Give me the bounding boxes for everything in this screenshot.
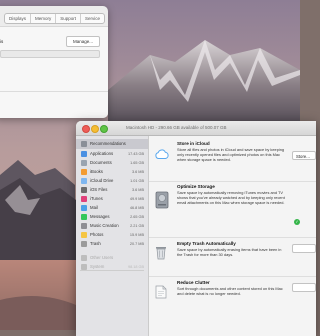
tab-displays[interactable]: Displays (5, 14, 31, 23)
recommendation-empty-trash: Empty Trash Automatically Save space by … (149, 238, 316, 277)
icloud-icon (155, 149, 169, 159)
document-icon (155, 285, 167, 299)
ios-files-icon (81, 187, 87, 193)
ibooks-icon (81, 169, 87, 175)
recommendation-description: Save space by automatically removing iTu… (177, 190, 285, 206)
sidebar-item-recommendations[interactable]: Recommendations (76, 139, 148, 149)
recommendation-description: Sort through documents and other content… (177, 286, 285, 296)
sidebar-item-label: Trash (90, 239, 101, 249)
recommendation-description: Save space by automatically erasing item… (177, 247, 285, 257)
recommendation-optimize-storage: Optimize Storage Save space by automatic… (149, 182, 316, 238)
recommendations-pane: Store in iCloud Store all files and phot… (149, 136, 316, 336)
store-in-icloud-button[interactable]: Store... (292, 151, 316, 160)
manage-button[interactable]: Manage... (66, 36, 100, 47)
messages-icon (81, 214, 87, 220)
sidebar-item-label: Recommendations (90, 139, 126, 149)
photos-icon (81, 232, 87, 238)
window-titlebar[interactable]: Macintosh HD - 290.66 GB available of 50… (76, 121, 316, 136)
recommendation-reduce-clutter: Reduce Clutter Sort through documents an… (149, 277, 316, 336)
recommendation-title: Empty Trash Automatically (177, 241, 236, 246)
sidebar-item-trash[interactable]: Trash 20.7 MB (76, 239, 148, 249)
storage-management-window[interactable]: Macintosh HD - 290.66 GB available of 50… (76, 121, 316, 336)
music-creation-icon (81, 223, 87, 229)
sidebar-item-label: System (90, 262, 104, 272)
recommendation-store-in-icloud: Store in iCloud Store all files and phot… (149, 136, 316, 182)
sidebar-item-system: System 98.18 GB (76, 262, 148, 272)
recommendation-description: Store all files and photos in iCloud and… (177, 147, 285, 163)
trash-can-icon (155, 246, 167, 260)
trash-icon (81, 241, 87, 247)
tab-service[interactable]: Service (81, 14, 104, 23)
empty-trash-button[interactable] (292, 244, 316, 253)
about-tab-bar: Displays Memory Support Service (4, 13, 105, 24)
close-icon[interactable] (82, 125, 90, 133)
sidebar-item-size: 98.18 GB (128, 262, 144, 272)
recommendation-title: Optimize Storage (177, 184, 215, 189)
about-storage-panel: is Manage... (0, 26, 108, 118)
applications-icon (81, 151, 87, 157)
zoom-icon[interactable] (100, 125, 108, 133)
icloud-drive-icon (81, 178, 87, 184)
sidebar: Recommendations Applications 17.43 GB Do… (76, 136, 149, 336)
window-title: Macintosh HD - 290.66 GB available of 50… (126, 121, 227, 135)
recommendation-title: Store in iCloud (177, 141, 210, 146)
checkmark-circle-icon: ✓ (294, 219, 300, 225)
review-files-button[interactable] (292, 283, 316, 292)
recommendations-icon (81, 141, 87, 147)
recommendation-title: Reduce Clutter (177, 280, 210, 285)
documents-icon (81, 160, 87, 166)
minimize-icon[interactable] (91, 125, 99, 133)
hard-drive-icon (155, 191, 169, 209)
about-this-mac-window[interactable]: Displays Memory Support Service is Manag… (0, 6, 108, 118)
sidebar-item-size: 20.7 MB (130, 239, 144, 249)
users-icon (81, 255, 87, 261)
storage-label: is (0, 39, 3, 44)
system-icon (81, 264, 87, 270)
tab-support[interactable]: Support (56, 14, 81, 23)
divider (0, 91, 108, 92)
itunes-icon (81, 196, 87, 202)
mail-icon (81, 205, 87, 211)
storage-usage-bar (0, 50, 100, 58)
tab-memory[interactable]: Memory (31, 14, 56, 23)
